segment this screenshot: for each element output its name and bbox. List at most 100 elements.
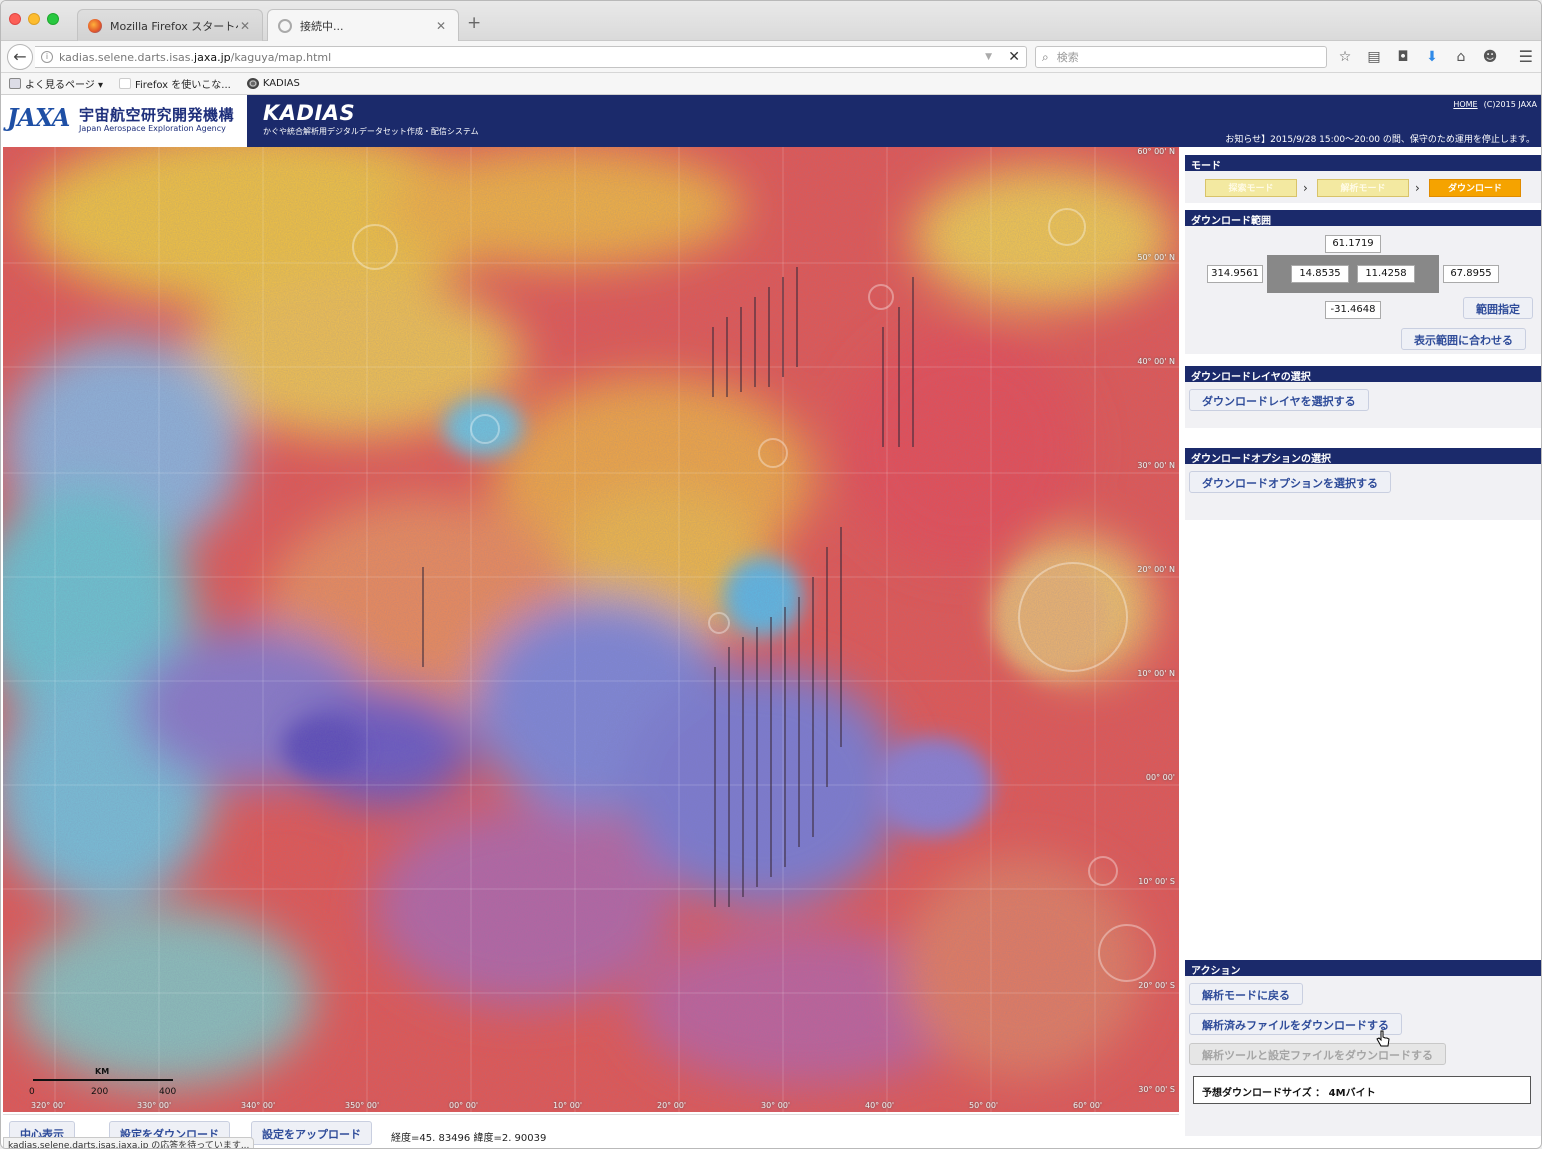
back-to-analysis-button[interactable]: 解析モードに戻る (1189, 983, 1303, 1005)
jaxa-mark-logo: JAXA (7, 103, 70, 132)
hamburger-menu-icon[interactable]: ☰ (1519, 47, 1533, 66)
scale-tick: 200 (91, 1087, 109, 1097)
fit-to-view-button[interactable]: 表示範囲に合わせる (1401, 328, 1526, 350)
lon-label: 50° 00' (969, 1101, 999, 1110)
search-mode-step[interactable]: 探索モード (1205, 179, 1297, 197)
scale-tick: 400 (159, 1087, 177, 1097)
url-bar[interactable]: i kadias.selene.darts.isas. jaxa.jp/kaguy… (35, 46, 1027, 68)
lon-label: 320° 00' (31, 1101, 66, 1110)
bookmark-label: よく見るページ ▾ (25, 80, 103, 91)
tab-connecting[interactable]: 接続中... ✕ (267, 9, 459, 41)
bookmark-firefox-help[interactable]: Firefox を使いこな... (119, 76, 231, 91)
minimize-window-button[interactable] (28, 13, 40, 25)
action-section-title: アクション (1185, 960, 1541, 977)
side-panel: モード 探索モード › 解析モード › ダウンロード ダウンロード範囲 61.1… (1183, 147, 1541, 1148)
option-section-title: ダウンロードオプションの選択 (1185, 448, 1541, 465)
lon-label: 30° 00' (761, 1101, 791, 1110)
north-bound-field[interactable]: 61.1719 (1325, 235, 1381, 253)
home-icon[interactable]: ⌂ (1451, 47, 1471, 67)
toolbar-icons: ☆ ▤ ◘ ⬇ ⌂ ☻ (1335, 47, 1500, 67)
bookmark-label: KADIAS (262, 78, 300, 89)
chevron-right-icon: › (1303, 181, 1308, 195)
lat-label: 40° 00' N (1137, 357, 1175, 366)
search-placeholder: 検索 (1056, 51, 1079, 64)
bookmark-label: Firefox を使いこな... (135, 80, 231, 91)
east-bound-field[interactable]: 67.8955 (1443, 265, 1499, 283)
home-link[interactable]: HOME (1453, 100, 1477, 109)
stop-loading-icon[interactable]: ✕ (1008, 49, 1020, 65)
search-bar[interactable]: ⌕ 検索 (1035, 46, 1327, 68)
center-lat-field[interactable]: 11.4258 (1357, 265, 1415, 283)
browser-window: Mozilla Firefox スタートページ ✕ 接続中... ✕ + ← i… (0, 0, 1542, 1149)
download-icon[interactable]: ⬇ (1422, 47, 1442, 67)
moon-map[interactable]: 60° 00' N 50° 00' N 40° 00' N 30° 00' N … (3, 147, 1179, 1112)
bookmark-star-icon[interactable]: ☆ (1335, 47, 1355, 67)
back-button[interactable]: ← (7, 44, 33, 70)
lon-label: 340° 00' (241, 1101, 276, 1110)
bookmark-kadias[interactable]: KADIAS (246, 78, 300, 89)
kadias-favicon-icon (246, 78, 259, 89)
bookmark-most-visited[interactable]: よく見るページ ▾ (9, 76, 103, 91)
lon-label: 20° 00' (657, 1101, 687, 1110)
download-tools-button[interactable]: 解析ツールと設定ファイルをダウンロードする (1189, 1043, 1446, 1065)
tab-bar: Mozilla Firefox スタートページ ✕ 接続中... ✕ + (1, 1, 1541, 41)
download-analyzed-files-button[interactable]: 解析済みファイルをダウンロードする (1189, 1013, 1402, 1035)
lat-label: 20° 00' S (1138, 981, 1175, 990)
lon-label: 00° 00' (449, 1101, 479, 1110)
download-mode-step[interactable]: ダウンロード (1429, 179, 1521, 197)
site-subtitle: かぐや統合解析用デジタルデータセット作成・配信システム (263, 127, 479, 136)
analysis-mode-step[interactable]: 解析モード (1317, 179, 1409, 197)
header-links: HOME (C)2015 JAXA (1453, 100, 1537, 109)
lon-label: 350° 00' (345, 1101, 380, 1110)
lat-label: 50° 00' N (1137, 253, 1175, 262)
url-suffix: /kaguya/map.html (230, 50, 332, 64)
lon-label: 10° 00' (553, 1101, 583, 1110)
chevron-right-icon: › (1415, 181, 1420, 195)
url-domain: jaxa.jp (194, 50, 231, 64)
lat-label: 30° 00' N (1137, 461, 1175, 470)
lon-label: 40° 00' (865, 1101, 895, 1110)
page-icon (119, 78, 131, 89)
scale-line (33, 1079, 173, 1081)
chat-icon[interactable]: ☻ (1480, 47, 1500, 67)
lat-label: 60° 00' N (1137, 147, 1175, 156)
map-image (3, 147, 1179, 1112)
lat-label: 30° 00' S (1138, 1085, 1175, 1094)
pocket-icon[interactable]: ◘ (1393, 47, 1413, 67)
mode-section-title: モード (1185, 155, 1541, 172)
zoom-window-button[interactable] (47, 13, 59, 25)
tab-firefox-start[interactable]: Mozilla Firefox スタートページ ✕ (77, 9, 263, 41)
close-window-button[interactable] (9, 13, 21, 25)
nav-bar: ← i kadias.selene.darts.isas. jaxa.jp/kag… (1, 41, 1541, 73)
jaxa-logo[interactable]: JAXA 宇宙航空研究開発機構 Japan Aerospace Explorat… (1, 95, 247, 147)
layer-section-title: ダウンロードレイヤの選択 (1185, 366, 1541, 383)
south-bound-field[interactable]: -31.4648 (1325, 301, 1381, 319)
close-tab-icon[interactable]: ✕ (434, 19, 448, 33)
lat-label: 10° 00' S (1138, 877, 1175, 886)
upload-settings-button[interactable]: 設定をアップロード (251, 1121, 372, 1145)
url-dropdown-icon[interactable]: ▼ (985, 52, 992, 62)
site-info-icon[interactable]: i (41, 51, 53, 63)
site-header: JAXA 宇宙航空研究開発機構 Japan Aerospace Explorat… (1, 95, 1541, 147)
hand-cursor-icon (1376, 1030, 1390, 1047)
west-bound-field[interactable]: 314.9561 (1207, 265, 1263, 283)
bookmarks-bar: よく見るページ ▾ Firefox を使いこな... KADIAS (1, 73, 1541, 95)
site-title: KADIAS (263, 101, 356, 125)
cursor-coordinates: 経度=45. 83496 緯度=2. 90039 (391, 1133, 547, 1144)
lon-label: 60° 00' (1073, 1101, 1103, 1110)
scale-tick: 0 (29, 1087, 35, 1097)
search-icon: ⌕ (1042, 49, 1049, 64)
firefox-icon (88, 18, 102, 33)
range-section-title: ダウンロード範囲 (1185, 210, 1541, 227)
set-range-button[interactable]: 範囲指定 (1463, 297, 1533, 319)
status-bar: kadias.selene.darts.isas.jaxa.jp の応答を待って… (3, 1137, 255, 1148)
new-tab-button[interactable]: + (467, 13, 481, 33)
select-layer-button[interactable]: ダウンロードレイヤを選択する (1189, 389, 1369, 411)
close-tab-icon[interactable]: ✕ (238, 19, 252, 33)
scale-unit: KM (95, 1067, 110, 1076)
center-lon-field[interactable]: 14.8535 (1291, 265, 1349, 283)
lon-label: 330° 00' (137, 1101, 172, 1110)
jaxa-name-jp: 宇宙航空研究開発機構 (79, 106, 235, 124)
reading-list-icon[interactable]: ▤ (1364, 47, 1384, 67)
select-option-button[interactable]: ダウンロードオプションを選択する (1189, 471, 1391, 493)
